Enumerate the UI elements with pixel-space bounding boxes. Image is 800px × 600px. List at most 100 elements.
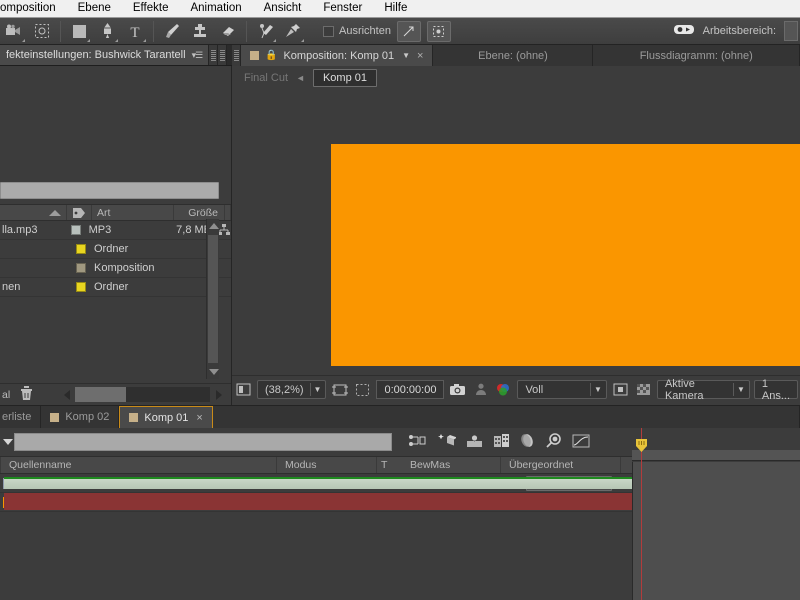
- chevron-down-icon[interactable]: ▼: [314, 385, 322, 394]
- panel-grip[interactable]: [209, 45, 219, 65]
- tab-komp-01[interactable]: Komp 01 ×: [119, 406, 213, 428]
- arrow-tool-button[interactable]: [396, 20, 421, 42]
- column-bewmas[interactable]: BewMas: [402, 457, 500, 473]
- region-select-icon[interactable]: [611, 380, 630, 399]
- toggle-transparency-grid-icon[interactable]: [634, 380, 653, 399]
- camera-select[interactable]: Aktive Kamera ▼: [656, 378, 750, 402]
- snapshot-camera-icon[interactable]: [448, 380, 467, 399]
- menu-item-animation[interactable]: Animation: [179, 0, 252, 17]
- column-modus[interactable]: Modus: [276, 457, 376, 473]
- channels-icon[interactable]: [494, 380, 513, 399]
- workspace-dropdown[interactable]: [784, 21, 798, 41]
- align-toggle[interactable]: Ausrichten: [323, 25, 391, 37]
- menu-item-fenster[interactable]: Fenster: [312, 0, 373, 17]
- project-item-swatch[interactable]: [68, 244, 94, 254]
- graph-editor-icon[interactable]: [466, 434, 483, 451]
- menu-item-effekte[interactable]: Effekte: [122, 0, 180, 17]
- project-item-swatch[interactable]: [68, 282, 94, 292]
- region-of-interest-icon[interactable]: [29, 20, 55, 43]
- tab-flussdiagramm[interactable]: Flussdiagramm: (ohne): [593, 45, 800, 66]
- menu-item-hilfe[interactable]: Hilfe: [373, 0, 418, 17]
- column-uebergeordnet[interactable]: Übergeordnet: [500, 457, 620, 473]
- layers-building-icon[interactable]: [493, 433, 510, 451]
- chevron-down-icon[interactable]: ▼: [594, 385, 602, 394]
- brainstorm-icon[interactable]: [520, 433, 536, 451]
- orange-solid-layer[interactable]: [331, 144, 800, 366]
- column-t[interactable]: T: [376, 457, 402, 473]
- chevron-down-icon[interactable]: [3, 439, 13, 445]
- close-icon[interactable]: ×: [417, 50, 423, 62]
- workspace-settings-icon[interactable]: [673, 23, 695, 39]
- tab-renderliste[interactable]: erliste: [0, 406, 42, 428]
- shape-tool-icon[interactable]: [66, 20, 92, 43]
- lock-icon[interactable]: 🔒: [265, 50, 277, 61]
- puppet-pin-tool-icon[interactable]: [280, 20, 306, 43]
- draft-3d-icon[interactable]: [408, 434, 428, 450]
- timeline-empty-area[interactable]: [632, 462, 800, 600]
- brush-tool-icon[interactable]: [159, 20, 185, 43]
- breadcrumb-parent[interactable]: Final Cut: [244, 72, 288, 84]
- search-layer-icon[interactable]: [546, 432, 562, 452]
- table-row[interactable]: Ordner: [0, 240, 231, 259]
- chevron-down-icon[interactable]: ▼: [737, 385, 745, 394]
- snap-tool-button[interactable]: [426, 20, 451, 42]
- tab-effect-controls[interactable]: fekteinstellungen: Bushwick Tarantell ▾☰: [0, 45, 210, 65]
- chevron-down-icon[interactable]: ▼: [402, 51, 410, 60]
- roto-brush-tool-icon[interactable]: [252, 20, 278, 43]
- project-vertical-scrollbar[interactable]: [206, 219, 219, 379]
- playhead-handle[interactable]: [636, 439, 647, 452]
- project-column-groesse[interactable]: Größe: [174, 205, 225, 220]
- timeline-playhead[interactable]: [636, 428, 647, 600]
- tab-komp-02[interactable]: Komp 02: [41, 406, 120, 428]
- views-select[interactable]: 1 Ans...: [753, 378, 798, 402]
- comp-panel-grip[interactable]: [232, 45, 241, 66]
- menu-item-composition[interactable]: omposition: [0, 0, 67, 17]
- project-label-column-icon[interactable]: [67, 205, 92, 220]
- table-row[interactable]: lla.mp3 MP3 7,8 MB: [0, 221, 231, 240]
- timeline-timecode-field[interactable]: [14, 433, 392, 451]
- panel-menu-icon[interactable]: ▾☰: [192, 50, 204, 61]
- project-horizontal-scrollbar[interactable]: [58, 387, 227, 402]
- composition-viewer[interactable]: [232, 89, 800, 375]
- pen-tool-icon[interactable]: [94, 20, 120, 43]
- panel-grip-2[interactable]: [218, 45, 228, 65]
- show-snapshot-icon[interactable]: [471, 380, 490, 399]
- always-preview-icon[interactable]: [234, 380, 253, 399]
- scroll-up-icon[interactable]: [207, 219, 220, 233]
- resolution-select[interactable]: Voll ▼: [517, 380, 607, 399]
- scroll-left-icon[interactable]: [58, 387, 75, 402]
- motion-blur-icon[interactable]: [438, 433, 457, 451]
- project-item-swatch[interactable]: [64, 225, 88, 235]
- text-tool-icon[interactable]: T: [122, 20, 148, 43]
- project-search-input[interactable]: [0, 182, 219, 199]
- align-checkbox[interactable]: [323, 25, 334, 37]
- column-quellenname[interactable]: Quellenname: [0, 457, 276, 473]
- close-icon[interactable]: ×: [196, 412, 202, 424]
- transparency-grid-icon[interactable]: [353, 380, 372, 399]
- scrollbar-thumb[interactable]: [208, 235, 218, 363]
- breadcrumb-current[interactable]: Komp 01: [312, 68, 377, 87]
- menu-item-ansicht[interactable]: Ansicht: [253, 0, 313, 17]
- tab-komposition[interactable]: 🔒 Komposition: Komp 01 ▼ ×: [241, 45, 434, 66]
- tab-ebene[interactable]: Ebene: (ohne): [433, 45, 594, 66]
- region-of-interest-icon[interactable]: [330, 380, 349, 399]
- zoom-level-select[interactable]: (38,2%) ▼: [257, 380, 327, 399]
- project-column-art[interactable]: Art: [92, 205, 174, 220]
- project-sort-arrow-icon[interactable]: [0, 205, 67, 220]
- eraser-tool-icon[interactable]: [215, 20, 241, 43]
- scroll-right-icon[interactable]: [210, 387, 227, 402]
- delete-item-icon[interactable]: [20, 385, 33, 404]
- table-row[interactable]: Komposition: [0, 259, 231, 278]
- graph-curve-icon[interactable]: [572, 434, 590, 451]
- table-row[interactable]: nen Ordner: [0, 278, 231, 297]
- work-area-band[interactable]: [632, 450, 800, 461]
- camera-tool-icon[interactable]: [1, 20, 27, 43]
- menu-item-ebene[interactable]: Ebene: [67, 0, 122, 17]
- current-timecode[interactable]: 0:00:00:00: [376, 380, 445, 399]
- scrollbar-track[interactable]: [75, 387, 210, 402]
- clone-stamp-tool-icon[interactable]: [187, 20, 213, 43]
- scrollbar-thumb-h[interactable]: [75, 387, 127, 402]
- project-column-frame[interactable]: Fra: [225, 205, 231, 220]
- scroll-down-icon[interactable]: [207, 365, 220, 379]
- project-item-swatch[interactable]: [68, 263, 94, 273]
